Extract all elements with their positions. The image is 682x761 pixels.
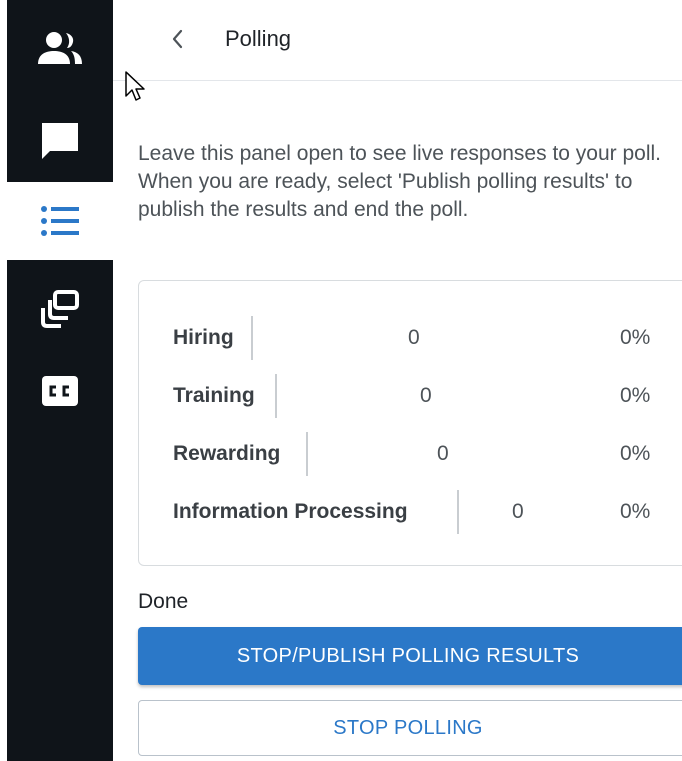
polling-panel: Polling Leave this panel open to see liv…	[113, 0, 682, 761]
option-label: Rewarding	[173, 442, 281, 465]
option-count: 0	[420, 384, 432, 407]
chat-button[interactable]	[7, 100, 113, 182]
panel-header: Polling	[113, 0, 682, 81]
closed-captions-icon	[42, 376, 78, 406]
option-divider	[457, 490, 459, 534]
option-divider	[251, 316, 253, 360]
option-count: 0	[437, 442, 449, 465]
closed-captions-button[interactable]	[7, 356, 113, 426]
participants-icon	[38, 32, 82, 64]
option-count: 0	[512, 500, 524, 523]
result-row: Rewarding 0 0%	[173, 432, 682, 476]
breakout-rooms-icon	[41, 290, 79, 328]
poll-status-label: Done	[138, 590, 189, 613]
stop-publish-results-button[interactable]: STOP/PUBLISH POLLING RESULTS	[138, 627, 682, 685]
option-label: Information Processing	[173, 500, 408, 523]
option-count: 0	[408, 326, 420, 349]
result-row: Information Processing 0 0%	[173, 490, 682, 534]
option-divider	[306, 432, 308, 476]
chevron-left-icon	[172, 29, 183, 49]
side-rail	[7, 0, 113, 761]
result-row: Training 0 0%	[173, 374, 682, 418]
stop-polling-button[interactable]: STOP POLLING	[138, 700, 682, 756]
option-divider	[275, 374, 277, 418]
stop-publish-results-label: STOP/PUBLISH POLLING RESULTS	[236, 644, 580, 667]
polling-list-icon	[41, 206, 79, 236]
option-label: Hiring	[173, 326, 234, 349]
poll-results-card: Hiring 0 0% Training 0 0% Rewarding 0 0%…	[138, 280, 682, 566]
polling-info-text: Leave this panel open to see live respon…	[138, 142, 662, 221]
option-percent: 0%	[620, 442, 651, 465]
option-percent: 0%	[620, 326, 651, 349]
participants-button[interactable]	[7, 0, 113, 100]
panel-title: Polling	[225, 26, 292, 51]
option-percent: 0%	[620, 500, 651, 523]
stop-polling-label: STOP POLLING	[333, 716, 483, 739]
option-percent: 0%	[620, 384, 651, 407]
app-window: Polling Leave this panel open to see liv…	[0, 0, 682, 761]
chat-icon	[42, 123, 78, 159]
result-row: Hiring 0 0%	[173, 316, 682, 360]
polling-button[interactable]	[7, 182, 113, 260]
breakout-rooms-button[interactable]	[7, 270, 113, 346]
back-button[interactable]	[165, 24, 189, 54]
option-label: Training	[173, 384, 255, 407]
